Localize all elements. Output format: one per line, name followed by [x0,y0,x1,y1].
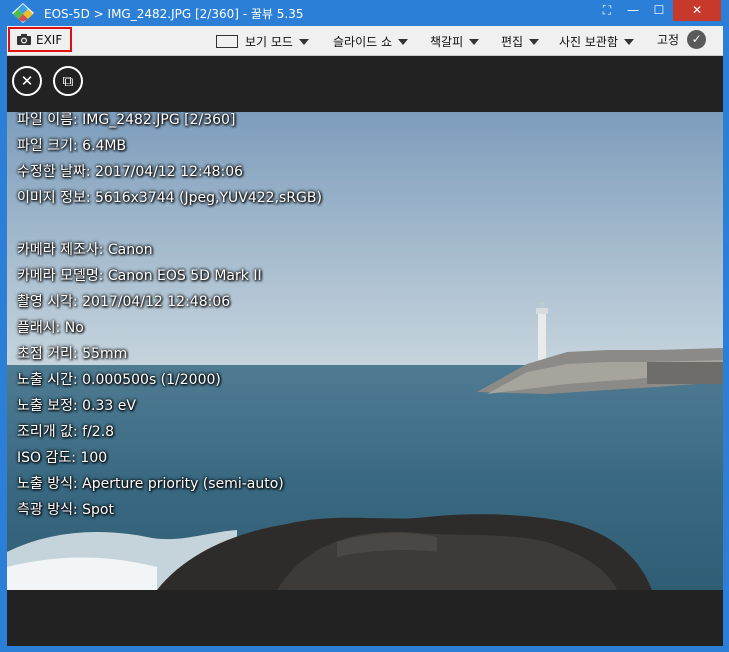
fix-label: 고정 [657,33,680,47]
exif-line: 노출 시간: 0.000500s (1/2000) [17,372,221,388]
exif-line [17,216,322,242]
slideshow-label: 슬라이드 쇼 [333,35,393,49]
exif-line: 플래시: No [17,320,84,336]
close-window-button[interactable]: ✕ [673,0,721,21]
bottom-area [7,590,723,646]
check-circle-icon: ✓ [687,30,707,49]
bookmark-menu[interactable]: 책갈피 [430,33,480,50]
exif-button[interactable]: EXIF [8,27,72,52]
exif-line: 수정한 날짜: 2017/04/12 12:48:06 [17,164,244,180]
exif-line: 초점 거리: 55mm [17,346,128,362]
photo-archive-menu[interactable]: 사진 보관함 [559,33,635,50]
view-mode-label: 보기 모드 [245,35,293,49]
close-exif-button[interactable]: ✕ [12,66,42,96]
slideshow-menu[interactable]: 슬라이드 쇼 [333,33,409,50]
camera-icon [17,34,31,45]
exif-line: 측광 방식: Spot [17,502,114,518]
control-bar: ✕ ⧉ [7,56,723,112]
exif-line: 이미지 정보: 5616x3744 (Jpeg,YUV422,sRGB) [17,190,322,206]
edit-label: 편집 [501,35,524,49]
photo-view: 파일 이름: IMG_2482.JPG [2/360] 파일 크기: 6.4MB… [7,112,723,590]
chevron-down-icon [624,38,635,45]
title-bar: EOS-5D > IMG_2482.JPG [2/360] - 꿀뷰 5.35 … [0,0,729,26]
exif-line: 노출 방식: Aperture priority (semi-auto) [17,476,284,492]
chevron-down-icon [298,38,309,45]
exif-line: 조리개 값: f/2.8 [17,424,115,440]
chevron-down-icon [398,38,409,45]
app-logo-icon [12,3,34,23]
view-mode-icon [216,35,238,48]
exif-line: 촬영 시각: 2017/04/12 12:48:06 [17,294,231,310]
exif-info-overlay: 파일 이름: IMG_2482.JPG [2/360] 파일 크기: 6.4MB… [17,112,322,528]
window-title: EOS-5D > IMG_2482.JPG [2/360] - 꿀뷰 5.35 [44,7,304,21]
window-frame: EOS-5D > IMG_2482.JPG [2/360] - 꿀뷰 5.35 … [0,0,729,652]
view-mode-menu[interactable]: 보기 모드 [216,33,309,50]
edit-menu[interactable]: 편집 [501,33,540,50]
exif-label: EXIF [36,32,63,47]
copy-exif-button[interactable]: ⧉ [53,66,83,96]
fix-button[interactable]: 고정 ✓ [657,30,707,49]
exif-line: 파일 이름: IMG_2482.JPG [2/360] [17,112,236,128]
exif-line: 카메라 모델명: Canon EOS 5D Mark II [17,268,262,284]
exif-line: 파일 크기: 6.4MB [17,138,127,154]
minimize-button[interactable]: — [620,0,646,20]
photo-archive-label: 사진 보관함 [559,35,619,49]
pin-button[interactable]: ⛶ [596,0,618,20]
exif-line: 노출 보정: 0.33 eV [17,398,136,414]
bookmark-label: 책갈피 [430,35,464,49]
toolbar: EXIF 보기 모드 슬라이드 쇼 책갈피 편집 사진 보관함 고정 ✓ [7,26,723,56]
exif-line: ISO 감도: 100 [17,450,108,466]
maximize-button[interactable]: ☐ [646,0,672,20]
exif-line: 카메라 제조사: Canon [17,242,153,258]
chevron-down-icon [469,38,480,45]
chevron-down-icon [529,38,540,45]
viewer-client: EXIF 보기 모드 슬라이드 쇼 책갈피 편집 사진 보관함 고정 ✓ ✕ ⧉… [7,26,723,646]
